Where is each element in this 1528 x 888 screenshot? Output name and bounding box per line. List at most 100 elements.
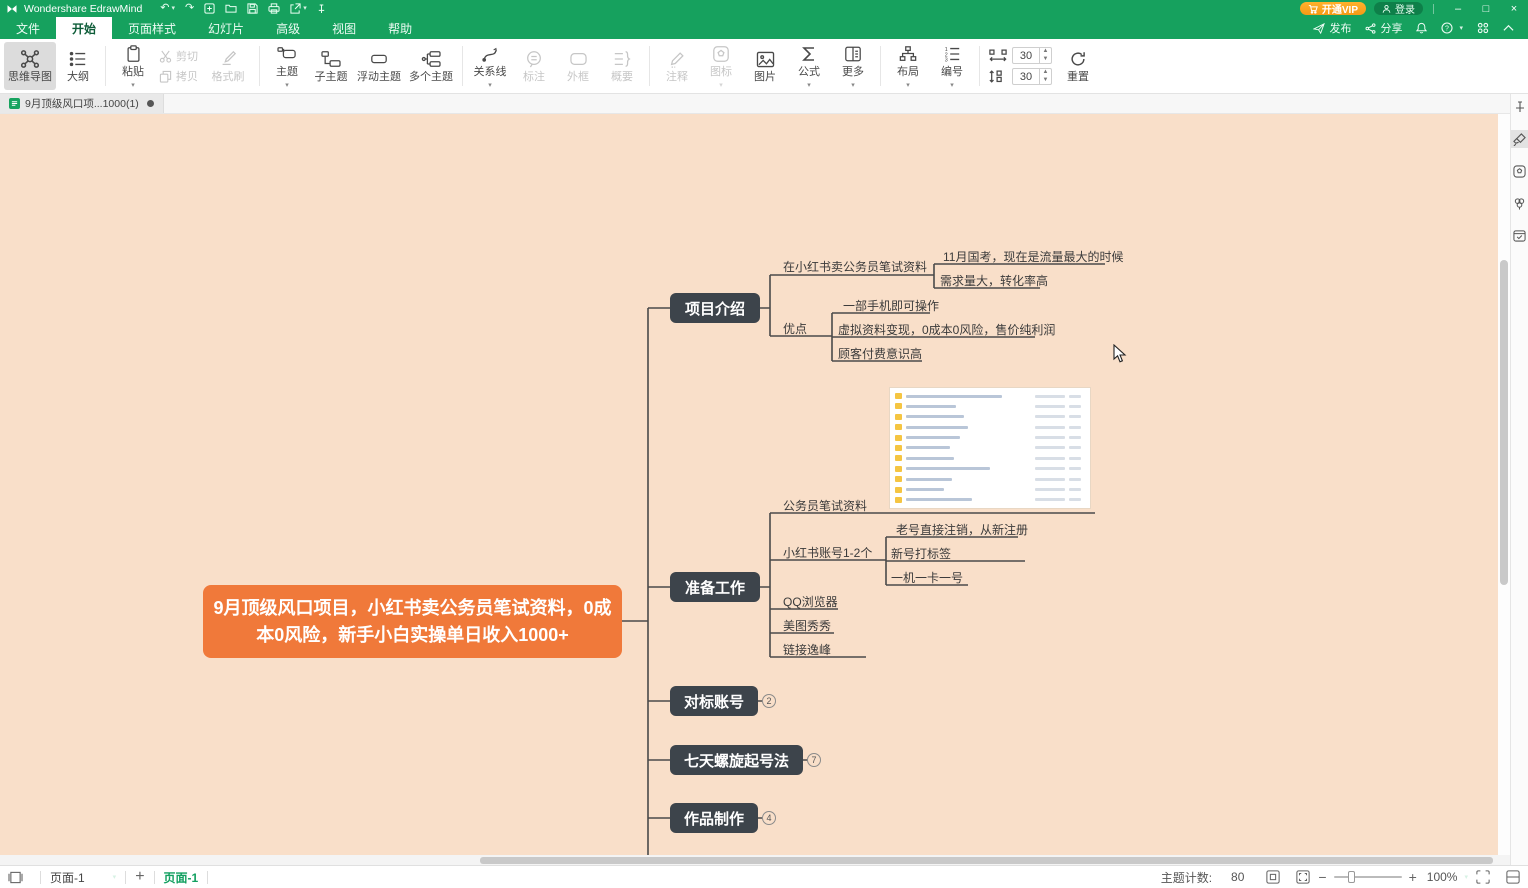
formula-button[interactable]: 公式 ▾ [787, 42, 831, 90]
copy-button[interactable]: 拷贝 [159, 68, 198, 84]
summary-button[interactable]: 概要 [600, 42, 644, 90]
maximize-button[interactable]: □ [1472, 0, 1500, 17]
multi-topic-button[interactable]: 多个主题 [405, 42, 457, 90]
open-file-button[interactable] [225, 3, 237, 14]
new-document-button[interactable] [204, 3, 215, 14]
notifications-button[interactable] [1416, 22, 1427, 34]
topic-label[interactable]: 链接逸峰 [783, 643, 831, 657]
h-spacing-stepper[interactable]: ▲▼ [1039, 48, 1051, 62]
topic-label[interactable]: 一机一卡一号 [891, 571, 963, 585]
embedded-image-file-list[interactable] [890, 388, 1090, 508]
floating-topic-button[interactable]: 浮动主题 [353, 42, 405, 90]
topic-label[interactable]: 老号直接注销，从新注册 [896, 523, 1028, 537]
topic-label[interactable]: 顾客付费意识高 [838, 347, 922, 361]
minimize-button[interactable]: – [1444, 0, 1472, 17]
layout-button[interactable]: 布局 ▾ [886, 42, 930, 90]
topic-label[interactable]: 新号打标签 [891, 547, 951, 561]
horizontal-scrollbar-thumb[interactable] [480, 857, 1493, 864]
branch-node[interactable]: 对标账号 [670, 686, 758, 716]
zoom-slider-thumb[interactable] [1348, 871, 1355, 883]
paste-button[interactable]: 粘贴 ▾ [111, 42, 155, 90]
fullscreen-icon[interactable] [1296, 870, 1310, 884]
vertical-scrollbar[interactable] [1498, 114, 1510, 855]
h-spacing-input[interactable]: 30 ▲▼ [1012, 47, 1052, 64]
branch-node[interactable]: 七天螺旋起号法 [670, 745, 803, 775]
undo-button[interactable]: ↶▾ [160, 3, 175, 14]
topic-label[interactable]: 一部手机即可操作 [843, 299, 939, 313]
zoom-slider[interactable] [1334, 876, 1402, 878]
topic-label[interactable]: 虚拟资料变现，0成本0风险，售价纯利润 [838, 323, 1055, 337]
community-button[interactable] [1477, 22, 1489, 34]
close-button[interactable]: × [1500, 0, 1528, 17]
split-view-icon[interactable] [1506, 870, 1520, 884]
document-tab[interactable]: 9月顶级风口项...1000(1) [0, 94, 164, 113]
branch-node[interactable]: 准备工作 [670, 572, 760, 602]
zoom-level-dropdown[interactable]: 100% ▾ [1427, 870, 1468, 884]
clipart-panel-icon[interactable] [1511, 194, 1528, 212]
collapsed-count-badge[interactable]: 2 [762, 694, 776, 708]
reset-button[interactable]: 重置 [1056, 42, 1100, 90]
share-button[interactable]: 分享 [1365, 20, 1402, 36]
page-panel-icon[interactable] [8, 871, 23, 884]
v-spacing-input[interactable]: 30 ▲▼ [1012, 68, 1052, 85]
comment-button[interactable]: 注释 [655, 42, 699, 90]
mindmap-view-button[interactable]: 思维导图 [4, 42, 56, 90]
help-button[interactable]: ?▾ [1441, 22, 1463, 34]
page-tab[interactable]: 页面-1 [164, 869, 199, 886]
v-spacing-stepper[interactable]: ▲▼ [1039, 69, 1051, 83]
login-button[interactable]: 登录 [1374, 2, 1423, 15]
boundary-button[interactable]: 外框 [556, 42, 600, 90]
menu-tab-home[interactable]: 开始 [56, 17, 112, 39]
branch-node[interactable]: 作品制作 [670, 803, 758, 833]
unsaved-indicator-dot[interactable] [147, 100, 154, 107]
focus-mode-icon[interactable] [1476, 870, 1490, 884]
central-topic[interactable]: 9月顶级风口项目，小红书卖公务员笔试资料，0成本0风险，新手小白实操单日收入10… [203, 585, 622, 658]
subtopic-button[interactable]: 子主题 [309, 42, 353, 90]
collapsed-count-badge[interactable]: 7 [807, 753, 821, 767]
topic-label[interactable]: 11月国考，现在是流量最大的时候 [943, 250, 1123, 264]
topic-label[interactable]: 美图秀秀 [783, 619, 831, 633]
style-panel-icon[interactable] [1511, 130, 1528, 148]
topic-label[interactable]: 小红书账号1-2个 [783, 546, 872, 560]
menu-tab-slides[interactable]: 幻灯片 [192, 17, 260, 39]
horizontal-scrollbar[interactable] [0, 855, 1510, 865]
topic-label[interactable]: 需求量大，转化率高 [940, 274, 1048, 288]
picture-button[interactable]: 图片 [743, 42, 787, 90]
fit-to-window-icon[interactable] [1266, 870, 1280, 884]
topic-label[interactable]: 优点 [783, 322, 807, 336]
menu-tab-advanced[interactable]: 高级 [260, 17, 316, 39]
page-selector-dropdown[interactable]: 页面-1 ▾ [50, 869, 116, 886]
mindmap-canvas[interactable]: 9月顶级风口项目，小红书卖公务员笔试资料，0成本0风险，新手小白实操单日收入10… [0, 114, 1510, 865]
redo-button[interactable]: ↷ [185, 3, 194, 14]
panel-pin-icon[interactable] [1511, 98, 1528, 116]
branch-node[interactable]: 项目介绍 [670, 293, 760, 323]
vertical-scrollbar-thumb[interactable] [1500, 260, 1508, 585]
cut-button[interactable]: 剪切 [159, 48, 198, 64]
publish-button[interactable]: 发布 [1313, 20, 1351, 36]
save-button[interactable] [247, 3, 258, 14]
icon-panel-icon[interactable] [1511, 162, 1528, 180]
topic-label[interactable]: 公务员笔试资料 [783, 499, 867, 513]
print-button[interactable] [268, 3, 280, 14]
zoom-out-button[interactable]: − [1318, 869, 1326, 885]
export-button[interactable]: ▾ [290, 3, 307, 14]
menu-tab-view[interactable]: 视图 [316, 17, 372, 39]
task-panel-icon[interactable] [1511, 226, 1528, 244]
vip-button[interactable]: 开通VIP [1300, 2, 1366, 15]
relationship-button[interactable]: 关系线 ▾ [468, 42, 512, 90]
menu-tab-file[interactable]: 文件 [0, 17, 56, 39]
menu-tab-page-style[interactable]: 页面样式 [112, 17, 192, 39]
format-painter-button[interactable]: 格式刷 [202, 42, 254, 90]
outline-view-button[interactable]: 大纲 [56, 42, 100, 90]
pin-toolbar-icon[interactable] [317, 4, 326, 14]
icon-button[interactable]: 图标 ▾ [699, 42, 743, 90]
topic-label[interactable]: 在小红书卖公务员笔试资料 [783, 260, 927, 274]
collapsed-count-badge[interactable]: 4 [762, 811, 776, 825]
numbering-button[interactable]: 123 编号 ▾ [930, 42, 974, 90]
callout-button[interactable]: 标注 [512, 42, 556, 90]
add-page-button[interactable]: + [135, 868, 144, 886]
topic-label[interactable]: QQ浏览器 [783, 595, 838, 609]
collapse-ribbon-button[interactable] [1503, 24, 1514, 32]
topic-button[interactable]: 主题 ▾ [265, 42, 309, 90]
menu-tab-help[interactable]: 帮助 [372, 17, 428, 39]
